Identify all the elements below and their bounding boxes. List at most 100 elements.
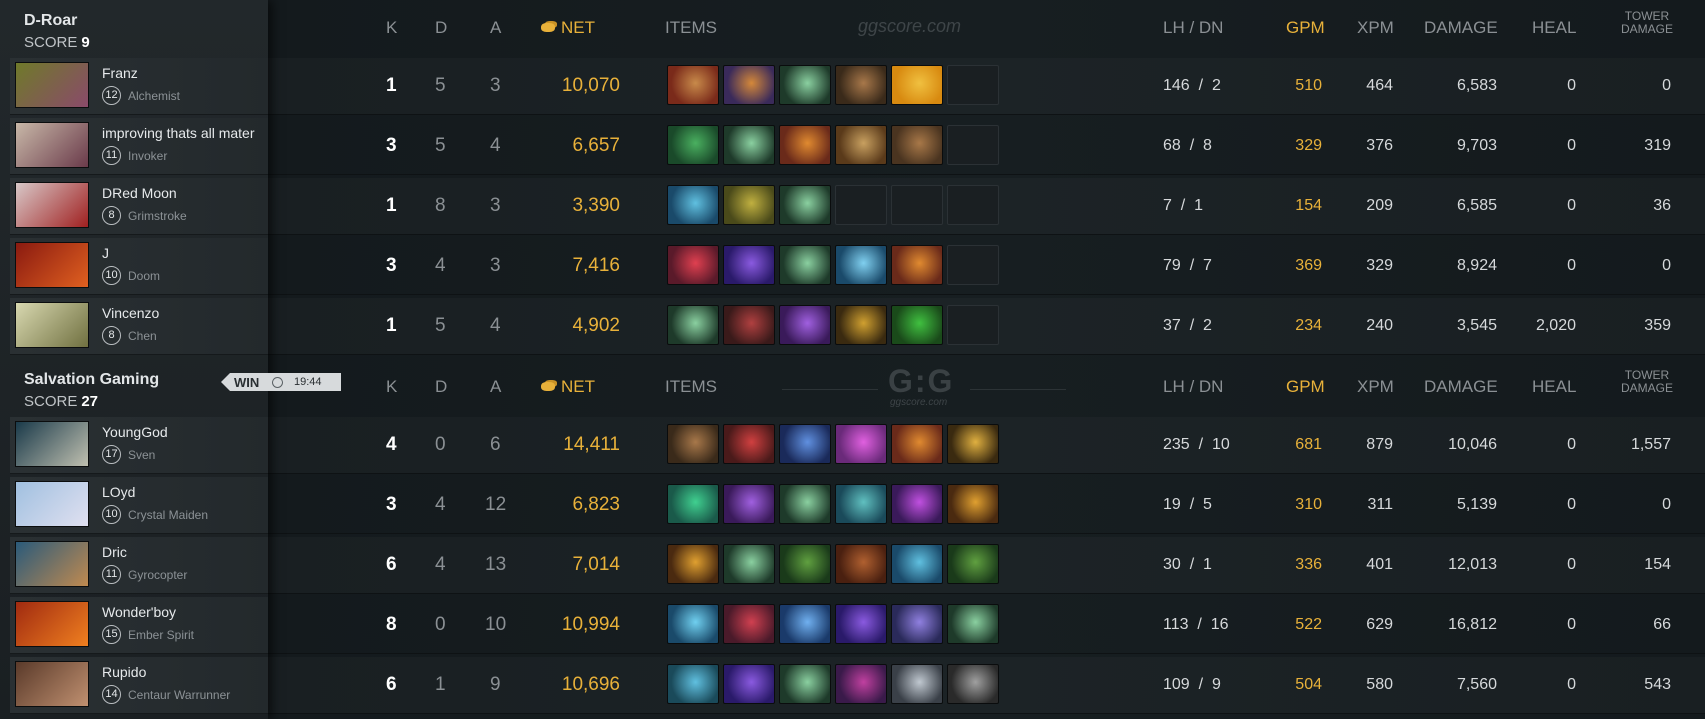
player-stats-row: 4 0 6 14,411 235 / 10 681 879 10,046 0 1,557 [268,417,1705,474]
item-icon[interactable] [835,65,887,105]
player-card[interactable]: Franz 12 Alchemist [10,58,268,115]
item-icon[interactable] [835,305,887,345]
item-icon[interactable] [667,484,719,524]
item-icon[interactable] [835,544,887,584]
player-name[interactable]: DRed Moon [102,185,177,201]
item-icon[interactable] [723,305,775,345]
item-icon[interactable] [667,424,719,464]
item-icon[interactable] [891,305,943,345]
player-card[interactable]: improving thats all mater 11 Invoker [10,118,268,175]
item-icon[interactable] [723,245,775,285]
item-icon[interactable] [835,484,887,524]
item-icon[interactable] [667,305,719,345]
item-icon[interactable] [891,424,943,464]
hero-level: 11 [102,146,121,165]
deaths-value: 1 [435,674,446,695]
item-icon[interactable] [723,185,775,225]
item-icon[interactable] [779,245,831,285]
item-icon[interactable] [891,664,943,704]
heal-value: 0 [1567,436,1576,453]
player-card[interactable]: J 10 Doom [10,238,268,295]
item-icon[interactable] [723,65,775,105]
player-name[interactable]: Franz [102,65,138,81]
item-icon[interactable] [947,664,999,704]
player-card[interactable]: LOyd 10 Crystal Maiden [10,477,268,534]
item-icon[interactable] [779,664,831,704]
col-items-header: ITEMS [665,377,717,396]
item-icon[interactable] [835,245,887,285]
item-icon[interactable] [835,664,887,704]
hero-name: Ember Spirit [128,628,195,642]
hero-name: Grimstroke [128,209,187,223]
gpm-value: 234 [1295,317,1322,334]
item-icon[interactable] [723,544,775,584]
deaths-value: 0 [435,434,446,455]
player-name[interactable]: YoungGod [102,424,168,440]
item-icon[interactable] [891,65,943,105]
player-card[interactable]: Dric 11 Gyrocopter [10,537,268,594]
player-stats-row: 3 5 4 6,657 68 / 8 329 376 9,703 0 319 [268,118,1705,175]
player-name[interactable]: Vincenzo [102,305,159,321]
item-icon[interactable] [891,544,943,584]
item-icon[interactable] [779,305,831,345]
item-icon[interactable] [723,604,775,644]
item-icon[interactable] [947,424,999,464]
denies-value: 7 [1203,257,1212,274]
item-icon[interactable] [779,185,831,225]
assists-value: 4 [490,135,501,156]
player-stats-row: 6 4 13 7,014 30 / 1 336 401 12,013 0 154 [268,537,1705,594]
player-name[interactable]: Wonder'boy [102,604,176,620]
col-net-label: NET [561,377,595,396]
item-icon[interactable] [723,424,775,464]
item-icon[interactable] [891,604,943,644]
col-lhdn-header: LH / DN [1163,18,1224,37]
player-card[interactable]: YoungGod 17 Sven [10,417,268,474]
player-name[interactable]: LOyd [102,484,135,500]
player-stats-row: 3 4 12 6,823 19 / 5 310 311 5,139 0 0 [268,477,1705,534]
item-icon[interactable] [723,125,775,165]
item-icon[interactable] [779,484,831,524]
item-icon[interactable] [947,544,999,584]
item-icon[interactable] [779,544,831,584]
col-a-header: A [490,377,502,396]
item-icon[interactable] [667,544,719,584]
item-icon[interactable] [723,484,775,524]
tower-damage-value: 543 [1644,676,1671,693]
last-hits-denies: 68 / 8 [1163,118,1212,174]
item-icon[interactable] [779,125,831,165]
item-icon[interactable] [667,245,719,285]
last-hits-denies: 37 / 2 [1163,298,1212,354]
item-icon[interactable] [891,245,943,285]
item-icon[interactable] [667,185,719,225]
item-icon[interactable] [947,604,999,644]
item-icon[interactable] [835,604,887,644]
player-name[interactable]: improving thats all mater [102,125,255,141]
item-icon[interactable] [667,125,719,165]
hero-portrait [15,541,89,587]
item-icon[interactable] [667,664,719,704]
hero-level: 10 [102,505,121,524]
item-icon[interactable] [891,484,943,524]
item-icon[interactable] [779,65,831,105]
player-card[interactable]: DRed Moon 8 Grimstroke [10,178,268,235]
item-icon[interactable] [835,424,887,464]
hero-level: 14 [102,685,121,704]
empty-item-slot [891,185,943,225]
item-icon[interactable] [723,664,775,704]
player-card[interactable]: Vincenzo 8 Chen [10,298,268,355]
player-name[interactable]: Dric [102,544,127,560]
item-icon[interactable] [891,125,943,165]
item-icon[interactable] [835,125,887,165]
item-icon[interactable] [779,424,831,464]
last-hits-denies: 235 / 10 [1163,417,1230,473]
hero-name: Sven [128,448,156,462]
item-icon[interactable] [667,65,719,105]
player-name[interactable]: J [102,245,109,261]
player-card[interactable]: Wonder'boy 15 Ember Spirit [10,597,268,654]
item-icon[interactable] [947,484,999,524]
player-card[interactable]: Rupido 14 Centaur Warrunner [10,657,268,714]
col-heal-header: HEAL [1532,18,1577,37]
item-icon[interactable] [667,604,719,644]
player-name[interactable]: Rupido [102,664,146,680]
item-icon[interactable] [779,604,831,644]
